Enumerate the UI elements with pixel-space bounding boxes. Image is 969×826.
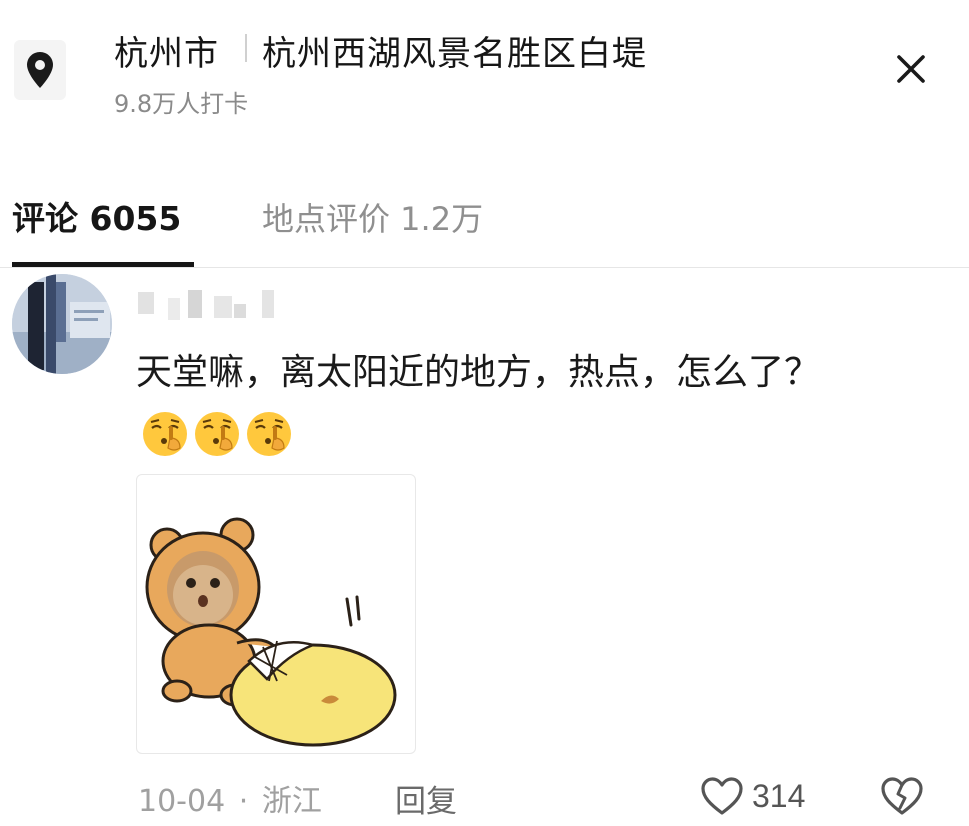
close-button[interactable]: [888, 46, 934, 92]
like-count: 314: [752, 777, 806, 814]
close-icon: [897, 55, 925, 83]
location-pin-icon: [14, 40, 66, 100]
checkin-count: 9.8万人打卡: [114, 90, 249, 118]
comment-region: 浙江: [261, 784, 322, 819]
shush-face-emoji: [247, 412, 291, 456]
dislike-button[interactable]: [878, 772, 926, 820]
comment-date: 10-04: [138, 784, 226, 819]
emoji-group: [140, 403, 296, 461]
like-button[interactable]: 314: [700, 772, 805, 820]
city-name[interactable]: 杭州市: [114, 26, 219, 75]
comment-text: 天堂嘛，离太阳近的地方，热点，怎么了？: [136, 352, 821, 393]
sticker-image[interactable]: [136, 474, 416, 754]
username-blurred[interactable]: [138, 290, 298, 320]
shush-face-emoji: [195, 412, 239, 456]
avatar[interactable]: [12, 274, 112, 374]
place-name[interactable]: 杭州西湖风景名胜区白堤: [262, 26, 647, 75]
broken-heart-icon: [881, 777, 923, 815]
reply-button[interactable]: 回复: [395, 776, 457, 821]
meta-separator: ·: [238, 784, 249, 819]
shush-face-emoji: [143, 412, 187, 456]
tab-comments[interactable]: 评论 6055: [12, 192, 181, 240]
comment-body: 天堂嘛，离太阳近的地方，热点，怎么了？: [136, 344, 856, 461]
heart-icon: [701, 777, 743, 815]
tab-place-reviews[interactable]: 地点评价 1.2万: [262, 194, 483, 240]
header-divider: [245, 34, 247, 62]
tab-divider: [0, 267, 969, 268]
comment-meta: 10-04 · 浙江: [138, 776, 322, 820]
